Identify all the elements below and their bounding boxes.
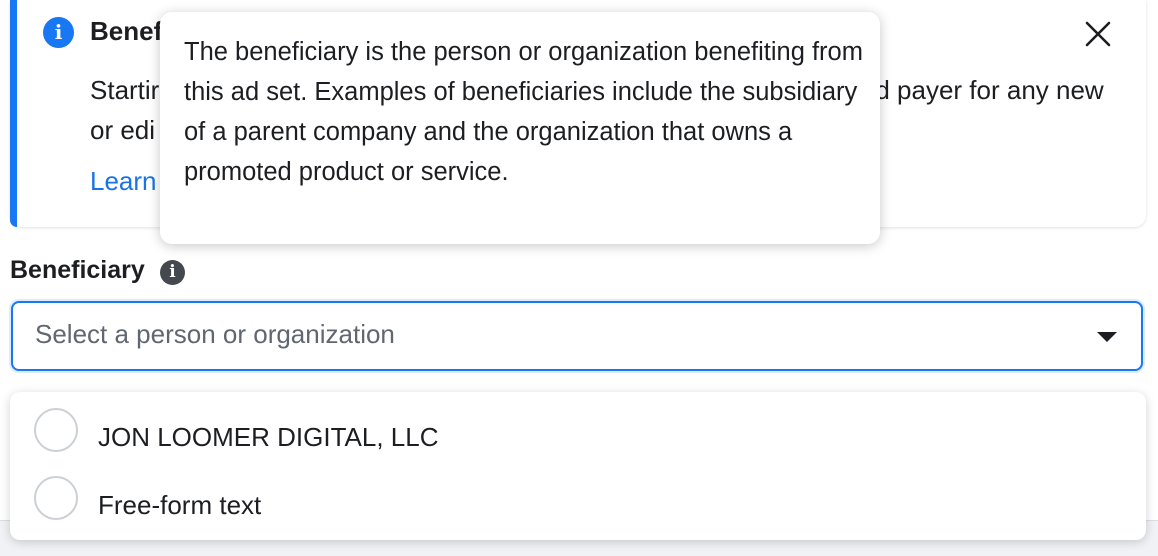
banner-text-line-2: or edi (90, 115, 156, 145)
beneficiary-select[interactable]: Select a person or organization (11, 301, 1143, 371)
beneficiary-tooltip: The beneficiary is the person or organiz… (160, 12, 880, 244)
select-placeholder: Select a person or organization (35, 319, 395, 349)
close-icon (1085, 21, 1111, 47)
info-icon[interactable]: i (160, 260, 185, 285)
caret-down-icon (1097, 332, 1117, 342)
tooltip-text: The beneficiary is the person or organiz… (184, 38, 863, 186)
option-jon-loomer-digital[interactable]: JON LOOMER DIGITAL, LLC (10, 398, 1146, 466)
radio-button[interactable] (34, 408, 78, 452)
radio-button[interactable] (34, 476, 78, 520)
close-button[interactable] (1078, 14, 1118, 54)
option-label: Free-form text (98, 490, 262, 520)
beneficiary-label: Beneficiary (10, 256, 145, 284)
banner-accent-bar (10, 0, 17, 227)
beneficiary-dropdown: JON LOOMER DIGITAL, LLC Free-form text (10, 392, 1146, 540)
banner-title: Benef (90, 16, 163, 46)
banner-text-line-1: Startir (90, 75, 160, 105)
option-label: JON LOOMER DIGITAL, LLC (98, 422, 439, 452)
banner-text-line-1-end: d payer for any new (875, 75, 1104, 105)
learn-more-link[interactable]: Learn (90, 166, 157, 197)
option-free-form-text[interactable]: Free-form text (10, 466, 1146, 534)
info-icon: i (43, 17, 74, 48)
